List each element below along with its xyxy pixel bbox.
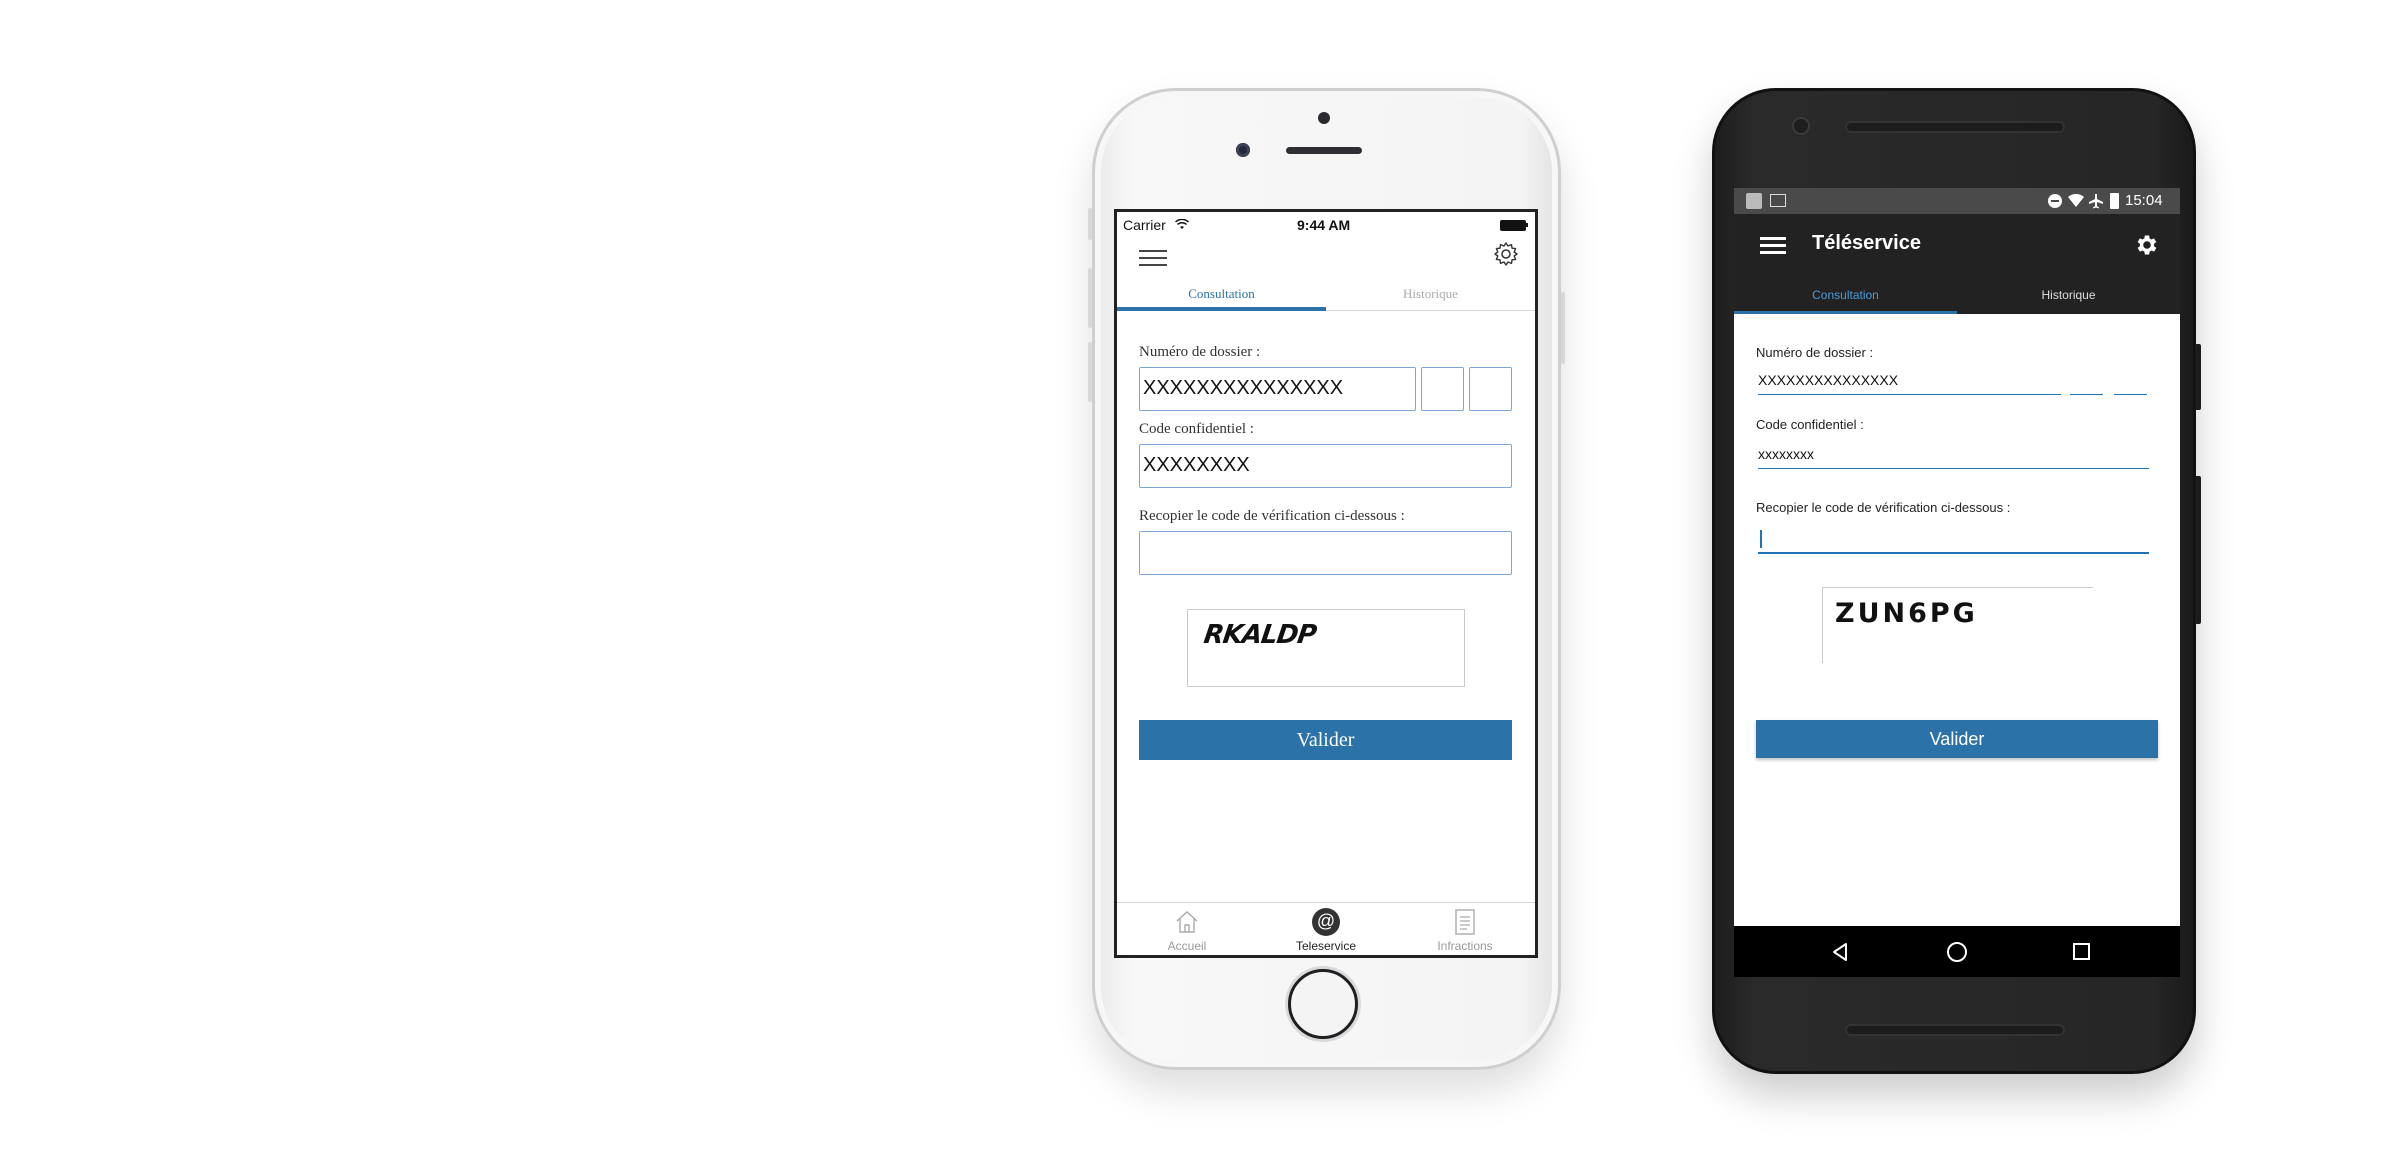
android-front-camera [1792, 117, 1810, 135]
dossier-label: Numéro de dossier : [1756, 345, 1874, 360]
dossier-input-part3[interactable] [2114, 372, 2147, 395]
android-volume-rocker [2195, 476, 2201, 624]
tab-indicator [1734, 311, 1957, 314]
iphone-volume-down [1088, 342, 1092, 402]
app-title: Téléservice [1812, 232, 1921, 254]
home-icon[interactable] [1947, 942, 1967, 962]
dossier-input[interactable]: XXXXXXXXXXXXXXX [1139, 367, 1416, 411]
notification-app-icon [1746, 193, 1762, 209]
captcha-image: ZUN6PG [1822, 587, 2093, 663]
home-icon [1176, 911, 1198, 933]
status-time: 15:04 [2125, 192, 2163, 209]
tab-historique[interactable]: Historique [1957, 278, 2180, 314]
bottom-nav-label: Infractions [1437, 939, 1493, 953]
verif-label: Recopier le code de vérification ci-dess… [1139, 508, 1405, 524]
iphone-home-button[interactable] [1288, 969, 1358, 1039]
airplane-mode-icon [2089, 194, 2103, 209]
captcha-image: RKALDP [1187, 609, 1465, 687]
iphone-power-button [1561, 292, 1565, 364]
dossier-input-part2[interactable] [2070, 372, 2103, 395]
iphone-tabs: Consultation Historique [1117, 278, 1535, 311]
verif-input[interactable] [1139, 531, 1512, 575]
carrier-label: Carrier [1123, 217, 1166, 233]
android-power-button [2195, 344, 2201, 410]
code-label: Code confidentiel : [1139, 421, 1254, 437]
android-bottom-speaker [1845, 1024, 2065, 1036]
menu-icon[interactable] [1139, 248, 1167, 268]
iphone-mute-switch [1088, 208, 1092, 240]
verif-label: Recopier le code de vérification ci-dess… [1756, 500, 2011, 515]
dossier-input-part3[interactable] [1469, 367, 1512, 411]
iphone-front-camera [1236, 143, 1250, 157]
settings-gear-icon[interactable] [1493, 241, 1519, 267]
back-icon[interactable] [1830, 942, 1850, 962]
dossier-input-part2[interactable] [1421, 367, 1464, 411]
android-status-bar: 15:04 [1734, 188, 2180, 214]
recents-icon[interactable] [2073, 943, 2090, 960]
wifi-icon [1175, 219, 1189, 229]
at-icon: @ [1312, 908, 1340, 936]
text-cursor [1760, 530, 1762, 548]
captcha-text: RKALDP [1201, 620, 1318, 650]
valider-button[interactable]: Valider [1139, 720, 1512, 760]
tab-consultation[interactable]: Consultation [1117, 278, 1326, 310]
status-time: 9:44 AM [1297, 217, 1351, 233]
image-notification-icon [1770, 194, 1786, 207]
iphone-status-bar: Carrier 9:44 AM [1117, 212, 1535, 238]
settings-gear-icon[interactable] [2134, 232, 2160, 258]
iphone-earpiece [1286, 147, 1362, 154]
bottom-nav-label: Accueil [1167, 939, 1207, 953]
iphone-screen: Carrier 9:44 AM Consultation Historique … [1114, 209, 1538, 958]
android-tabs: Consultation Historique [1734, 278, 2180, 314]
iphone-sensor [1318, 112, 1330, 124]
valider-button[interactable]: Valider [1756, 720, 2158, 758]
tab-historique[interactable]: Historique [1326, 278, 1535, 310]
android-top-speaker [1845, 121, 2065, 133]
wifi-icon [2068, 194, 2084, 207]
battery-icon [2110, 193, 2119, 209]
do-not-disturb-icon [2048, 194, 2062, 208]
bottom-nav-accueil[interactable]: Accueil [1117, 903, 1257, 955]
iphone-bottom-nav: Accueil @ Teleservice Infractions [1117, 902, 1535, 955]
android-nav-bar [1734, 926, 2180, 977]
battery-icon [1500, 220, 1526, 231]
bottom-nav-label: Teleservice [1295, 939, 1357, 953]
dossier-input[interactable]: XXXXXXXXXXXXXXX [1758, 372, 2061, 395]
code-input[interactable]: XXXXXXXX [1139, 444, 1512, 488]
captcha-text: ZUN6PG [1835, 598, 1978, 629]
tab-indicator [1117, 307, 1326, 311]
iphone-volume-up [1088, 268, 1092, 328]
android-screen: 15:04 Téléservice Consultation Historiqu… [1734, 188, 2180, 977]
bottom-nav-infractions[interactable]: Infractions [1395, 903, 1535, 955]
bottom-nav-teleservice[interactable]: @ Teleservice [1256, 903, 1396, 955]
code-input[interactable]: xxxxxxxx [1758, 446, 2149, 469]
dossier-label: Numéro de dossier : [1139, 344, 1261, 360]
document-icon [1455, 909, 1475, 935]
menu-icon[interactable] [1760, 236, 1786, 256]
tab-consultation[interactable]: Consultation [1734, 278, 1957, 314]
verif-input[interactable] [1758, 526, 2149, 554]
android-app-bar: Téléservice [1734, 214, 2180, 278]
code-label: Code confidentiel : [1756, 417, 1864, 432]
